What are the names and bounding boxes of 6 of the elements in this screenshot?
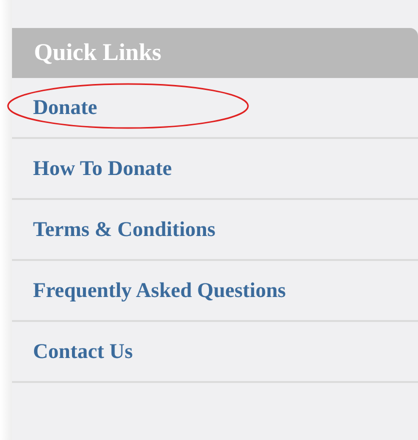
panel-title: Quick Links: [34, 39, 162, 68]
quick-link[interactable]: How To Donate: [33, 152, 172, 184]
quick-link[interactable]: Terms & Conditions: [33, 214, 216, 246]
quick-link[interactable]: Frequently Asked Questions: [33, 274, 286, 306]
quick-link[interactable]: Contact Us: [33, 336, 133, 368]
quick-link[interactable]: Donate: [33, 92, 98, 124]
